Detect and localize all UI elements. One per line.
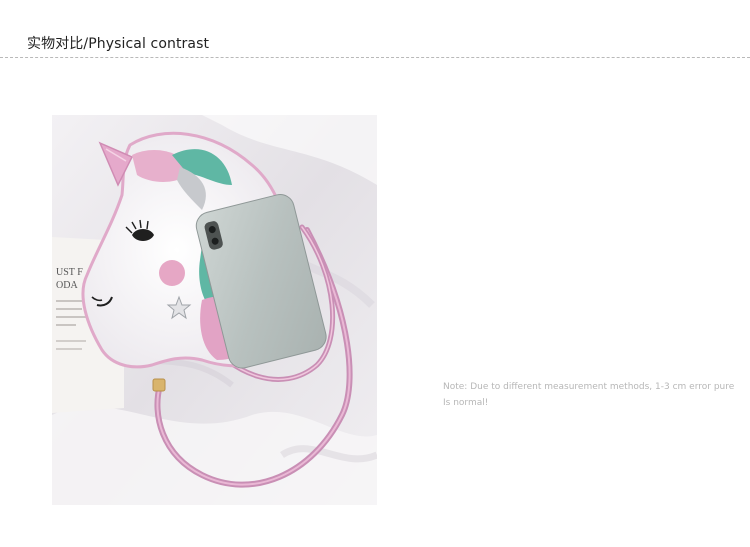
card-text-line1: UST F: [56, 267, 83, 278]
card-text-line2: ODA: [56, 280, 78, 291]
note-line-2: Is normal!: [443, 398, 489, 408]
dashed-divider: [0, 57, 750, 58]
note-line-1: Note: Due to different measurement metho…: [443, 382, 735, 392]
section-title: 实物对比/Physical contrast: [27, 36, 210, 52]
product-photo: UST F ODA: [52, 115, 377, 505]
measurement-note: Note: Due to different measurement metho…: [443, 379, 743, 411]
